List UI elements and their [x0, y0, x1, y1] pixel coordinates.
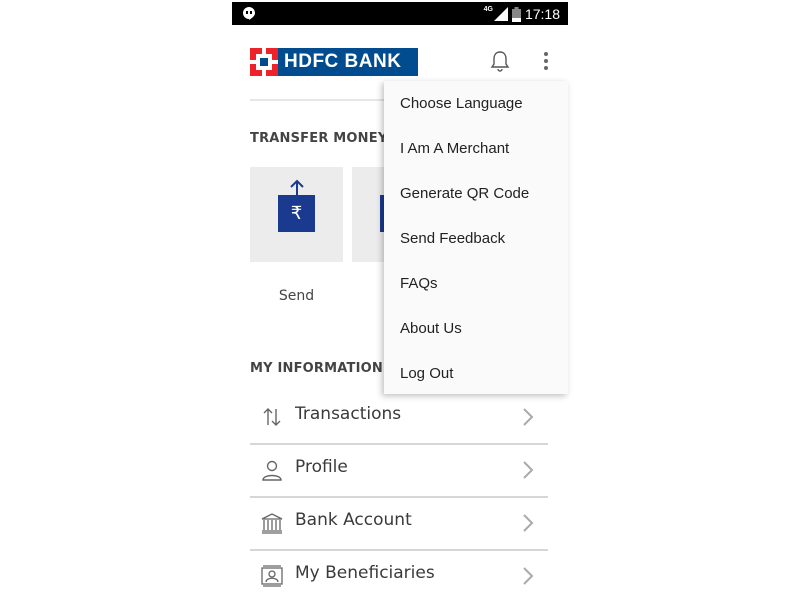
chevron-right-icon	[523, 514, 534, 532]
battery-icon	[511, 6, 521, 22]
transfer-money-title: TRANSFER MONEY	[250, 131, 388, 146]
rupee-send-icon: ₹	[278, 195, 315, 232]
arrow-up-icon	[290, 179, 304, 195]
menu-item-about-us[interactable]: About Us	[400, 320, 462, 337]
menu-item-send-feedback[interactable]: Send Feedback	[400, 230, 505, 247]
list-item-bank-account[interactable]: Bank Account	[250, 497, 548, 551]
list-item-label: Transactions	[295, 404, 402, 424]
chevron-right-icon	[523, 461, 534, 479]
menu-item-choose-language[interactable]: Choose Language	[400, 95, 523, 112]
status-bar: 4G 17:18	[232, 2, 568, 25]
hdfc-bank-logo: HDFC BANK	[250, 48, 418, 76]
list-item-label: My Beneficiaries	[295, 563, 435, 583]
contact-card-icon	[261, 565, 283, 587]
bell-icon[interactable]	[488, 49, 512, 73]
logo-text: HDFC BANK	[278, 48, 418, 76]
signal-icon	[493, 7, 508, 21]
menu-item-generate-qr-code[interactable]: Generate QR Code	[400, 185, 529, 202]
menu-item-i-am-a-merchant[interactable]: I Am A Merchant	[400, 140, 509, 157]
logo-mark-icon	[250, 48, 278, 76]
bank-icon	[261, 513, 283, 534]
my-information-title: MY INFORMATION	[250, 361, 383, 376]
list-item-label: Bank Account	[295, 510, 412, 530]
person-icon	[262, 460, 282, 481]
chevron-right-icon	[523, 567, 534, 585]
hangouts-notification-icon	[243, 7, 255, 20]
clock: 17:18	[524, 6, 560, 22]
network-type: 4G	[483, 5, 493, 13]
menu-item-faqs[interactable]: FAQs	[400, 275, 438, 292]
list-item-profile[interactable]: Profile	[250, 444, 548, 498]
send-label: Send	[278, 288, 315, 304]
up-down-arrows-icon	[263, 408, 281, 426]
send-tile[interactable]: ₹	[250, 167, 343, 262]
list-item-label: Profile	[295, 457, 348, 477]
more-vert-icon[interactable]	[536, 49, 556, 73]
menu-item-log-out[interactable]: Log Out	[400, 365, 453, 382]
list-item-my-beneficiaries[interactable]: My Beneficiaries	[250, 550, 548, 600]
list-item-transactions[interactable]: Transactions	[250, 391, 548, 445]
chevron-right-icon	[523, 408, 534, 426]
overflow-menu: Choose Language I Am A Merchant Generate…	[384, 81, 568, 394]
